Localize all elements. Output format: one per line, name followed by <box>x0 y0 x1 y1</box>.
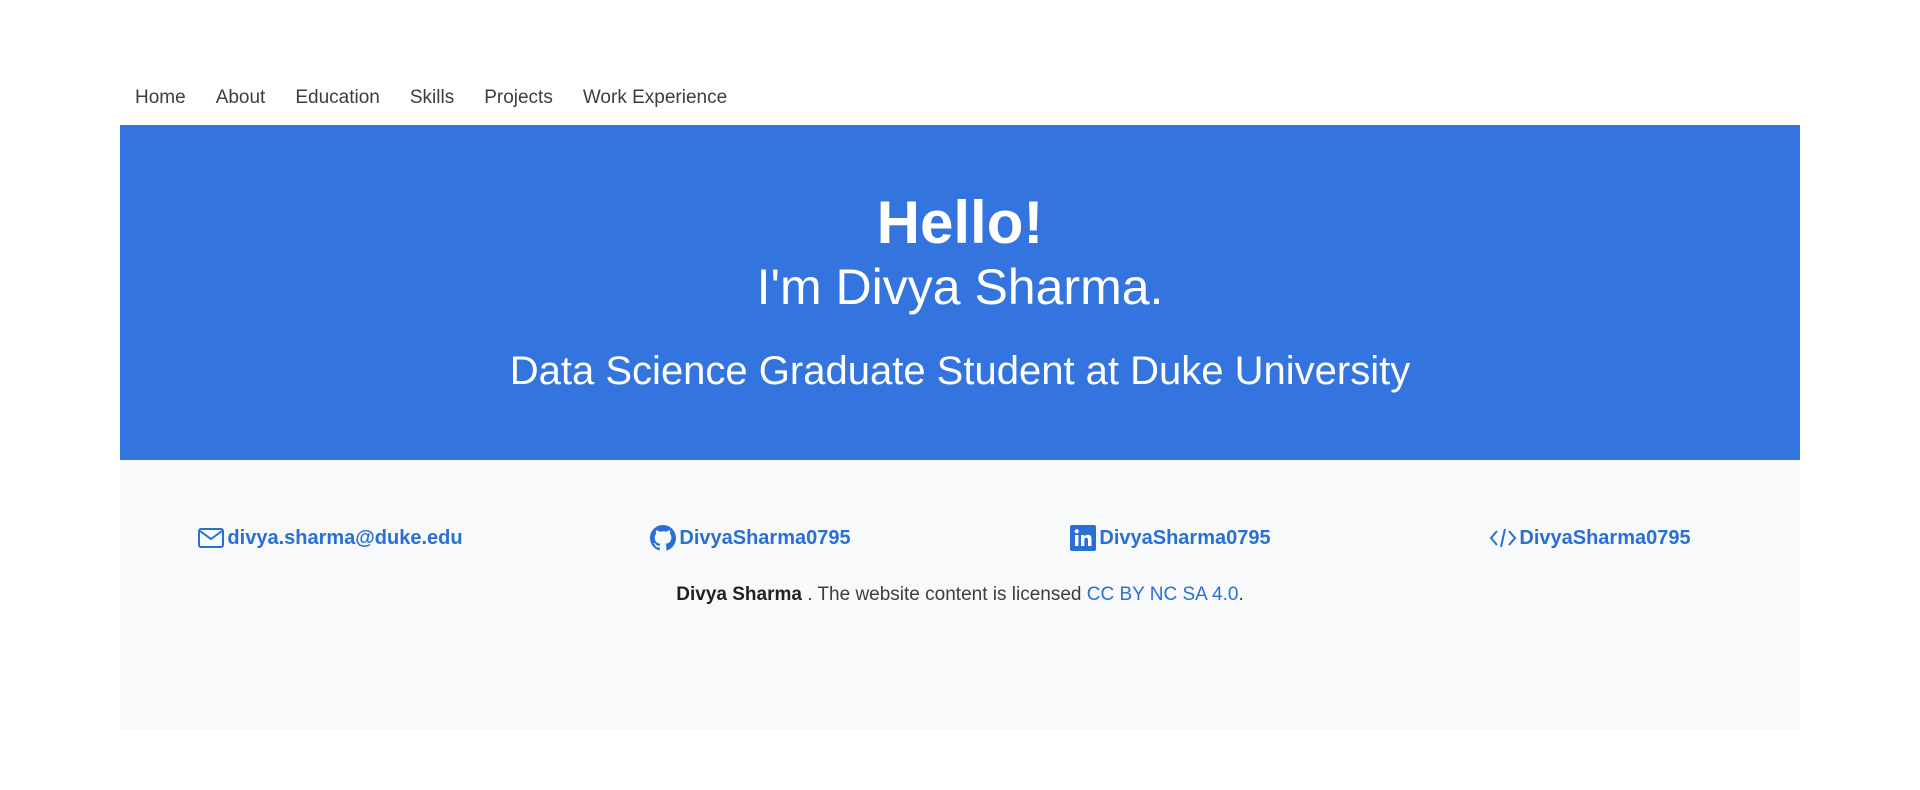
nav-item-work-experience[interactable]: Work Experience <box>568 76 742 120</box>
nav-item-home[interactable]: Home <box>120 76 201 120</box>
license-text: . The website content is licensed <box>801 584 1087 605</box>
nav-item-skills[interactable]: Skills <box>395 76 469 120</box>
main-nav: Home About Education Skills Projects Wor… <box>120 72 742 124</box>
contact-links: divya.sharma@duke.edu DivyaSharma0795 Di… <box>120 520 1800 556</box>
linkedin-label: DivyaSharma0795 <box>1099 526 1271 549</box>
code-profile-link[interactable]: DivyaSharma0795 <box>1380 520 1800 556</box>
email-link[interactable]: divya.sharma@duke.edu <box>120 520 540 556</box>
license-notice: Divya Sharma . The website content is li… <box>120 584 1800 606</box>
hero-banner: Hello! I'm Divya Sharma. Data Science Gr… <box>120 125 1800 460</box>
hero-name: I'm Divya Sharma. <box>756 259 1164 315</box>
linkedin-icon <box>1069 524 1097 552</box>
github-link[interactable]: DivyaSharma0795 <box>540 520 960 556</box>
hero-tagline: Data Science Graduate Student at Duke Un… <box>509 349 1411 393</box>
mail-icon <box>197 524 225 552</box>
github-icon <box>649 524 677 552</box>
code-icon <box>1489 524 1517 552</box>
license-link[interactable]: CC BY NC SA 4.0 <box>1087 584 1239 605</box>
code-profile-label: DivyaSharma0795 <box>1519 526 1691 549</box>
linkedin-link[interactable]: DivyaSharma0795 <box>960 520 1380 556</box>
nav-item-education[interactable]: Education <box>280 76 395 120</box>
license-end: . <box>1238 584 1244 605</box>
email-label: divya.sharma@duke.edu <box>227 526 463 549</box>
github-label: DivyaSharma0795 <box>679 526 851 549</box>
hero-greeting: Hello! <box>876 189 1044 256</box>
nav-item-about[interactable]: About <box>201 76 281 120</box>
nav-item-projects[interactable]: Projects <box>469 76 568 120</box>
author-name: Divya Sharma <box>676 584 802 605</box>
footer: divya.sharma@duke.edu DivyaSharma0795 Di… <box>120 460 1800 730</box>
